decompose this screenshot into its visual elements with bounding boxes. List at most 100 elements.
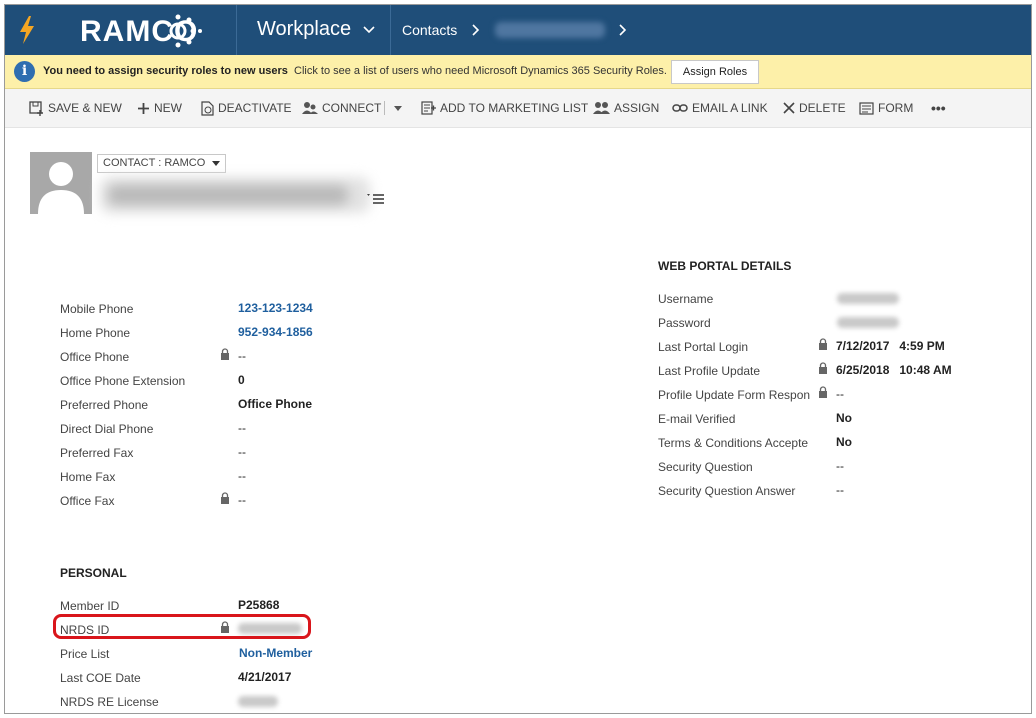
assign-button[interactable]: ASSIGN	[593, 100, 659, 116]
connect-dropdown[interactable]	[394, 100, 406, 116]
lock-icon	[221, 492, 229, 504]
email-link-label: EMAIL A LINK	[692, 101, 768, 115]
plus-icon	[138, 102, 149, 114]
assign-label: ASSIGN	[614, 101, 660, 115]
deactivate-label: DEACTIVATE	[218, 101, 292, 115]
add-to-marketing-list-button[interactable]: ADD TO MARKETING LIST	[421, 100, 588, 116]
price-list-value[interactable]: Non-Member	[239, 646, 312, 660]
direct-dial-phone-value[interactable]: --	[238, 421, 246, 435]
nav-divider	[390, 5, 391, 55]
home-phone-value[interactable]: 952-934-1856	[238, 325, 313, 339]
lock-icon	[221, 348, 229, 360]
nrds-re-license-redacted[interactable]	[238, 696, 278, 707]
field-label: Home Fax	[60, 470, 116, 484]
email-a-link-button[interactable]: EMAIL A LINK	[672, 100, 768, 116]
profile-update-form-response-value[interactable]: --	[836, 387, 844, 401]
home-fax-value[interactable]: --	[238, 469, 246, 483]
security-question-answer-value[interactable]: --	[836, 483, 844, 497]
new-label: NEW	[154, 101, 182, 115]
office-phone-value[interactable]: --	[238, 349, 246, 363]
email-verified-value[interactable]: No	[836, 411, 852, 425]
field-label: Office Phone	[60, 350, 130, 364]
close-icon	[783, 102, 795, 114]
preferred-phone-value[interactable]: Office Phone	[238, 397, 312, 411]
preferred-fax-value[interactable]: --	[238, 445, 246, 459]
save-new-label: SAVE & NEW	[48, 101, 122, 115]
field-label: Home Phone	[60, 326, 131, 340]
security-question-value[interactable]: --	[836, 459, 844, 473]
field-label: Office Fax	[60, 494, 115, 508]
command-separator	[384, 101, 385, 115]
more-commands-button[interactable]: •••	[931, 100, 946, 116]
chevron-right-icon[interactable]	[619, 24, 627, 36]
field-label: Security Question Answer	[658, 484, 796, 498]
field-label: Last COE Date	[60, 671, 141, 685]
top-nav-bar: RAMCO Workplace Contacts	[5, 5, 1031, 55]
deactivate-icon	[201, 100, 214, 116]
section-title: PERSONAL	[60, 566, 127, 580]
app-window: RAMCO Workplace Contacts i You need to a…	[4, 4, 1032, 714]
delete-label: DELETE	[799, 101, 846, 115]
terms-accepted-value[interactable]: No	[836, 435, 852, 449]
workplace-menu[interactable]: Workplace	[257, 18, 351, 41]
last-coe-date-value[interactable]: 4/21/2017	[238, 670, 291, 684]
delete-button[interactable]: DELETE	[783, 100, 846, 116]
field-label: Preferred Fax	[60, 446, 134, 460]
field-label: NRDS RE License	[60, 695, 159, 709]
record-name-redacted	[100, 177, 370, 213]
avatar[interactable]	[30, 152, 92, 214]
lightning-icon[interactable]	[17, 15, 37, 45]
nav-divider	[236, 5, 237, 55]
chevron-down-icon[interactable]	[363, 26, 375, 34]
field-label: E-mail Verified	[658, 412, 736, 426]
office-fax-value[interactable]: --	[238, 493, 246, 507]
link-icon	[672, 104, 688, 112]
deactivate-button[interactable]: DEACTIVATE	[201, 100, 292, 116]
notification-link[interactable]: Click to see a list of users who need Mi…	[294, 65, 667, 77]
form-selector-label: CONTACT : RAMCO	[103, 157, 206, 169]
assign-icon	[593, 102, 610, 114]
lock-icon	[819, 338, 827, 350]
form-selector[interactable]: CONTACT : RAMCO	[97, 154, 227, 173]
form-icon	[859, 101, 874, 115]
info-icon: i	[14, 61, 35, 82]
person-icon	[38, 162, 84, 214]
mobile-phone-value[interactable]: 123-123-1234	[238, 301, 313, 315]
member-id-value[interactable]: P25868	[238, 598, 279, 612]
add-marketing-label: ADD TO MARKETING LIST	[440, 101, 589, 115]
breadcrumb-contacts[interactable]: Contacts	[402, 22, 457, 38]
command-bar: SAVE & NEW NEW DEACTIVATE CONNECT ADD TO…	[5, 89, 1031, 128]
record-menu-icon[interactable]	[367, 193, 385, 205]
password-value-redacted[interactable]	[837, 317, 899, 328]
field-label: Preferred Phone	[60, 398, 149, 412]
form-button[interactable]: FORM	[859, 100, 913, 116]
field-label: Last Profile Update	[658, 364, 761, 378]
field-label: Member ID	[60, 599, 120, 613]
field-label: Direct Dial Phone	[60, 422, 154, 436]
connect-button[interactable]: CONNECT	[302, 100, 381, 116]
breadcrumb-record-name[interactable]	[495, 22, 605, 38]
lock-icon	[819, 362, 827, 374]
nrds-id-highlight	[53, 614, 311, 639]
connect-label: CONNECT	[322, 101, 382, 115]
form-label: FORM	[878, 101, 914, 115]
field-label: Last Portal Login	[658, 340, 749, 354]
ramco-logo-icon	[169, 14, 202, 48]
new-button[interactable]: NEW	[137, 100, 182, 116]
field-label: Mobile Phone	[60, 302, 134, 316]
caret-down-icon	[394, 105, 402, 111]
office-phone-extension-value[interactable]: 0	[238, 373, 245, 387]
field-label: Office Phone Extension	[60, 374, 186, 388]
caret-down-icon	[212, 161, 221, 166]
username-value-redacted[interactable]	[837, 293, 899, 304]
field-label: Security Question	[658, 460, 753, 474]
field-label: Profile Update Form Respon	[658, 388, 811, 402]
last-portal-login-value[interactable]: 7/12/2017 4:59 PM	[836, 339, 945, 353]
assign-roles-button[interactable]: Assign Roles	[671, 60, 759, 84]
field-label: Password	[658, 316, 711, 330]
save-new-button[interactable]: SAVE & NEW	[29, 100, 122, 116]
field-label: Username	[658, 292, 714, 306]
notification-title: You need to assign security roles to new…	[43, 65, 288, 77]
lock-icon	[819, 386, 827, 398]
last-profile-update-value[interactable]: 6/25/2018 10:48 AM	[836, 363, 952, 377]
